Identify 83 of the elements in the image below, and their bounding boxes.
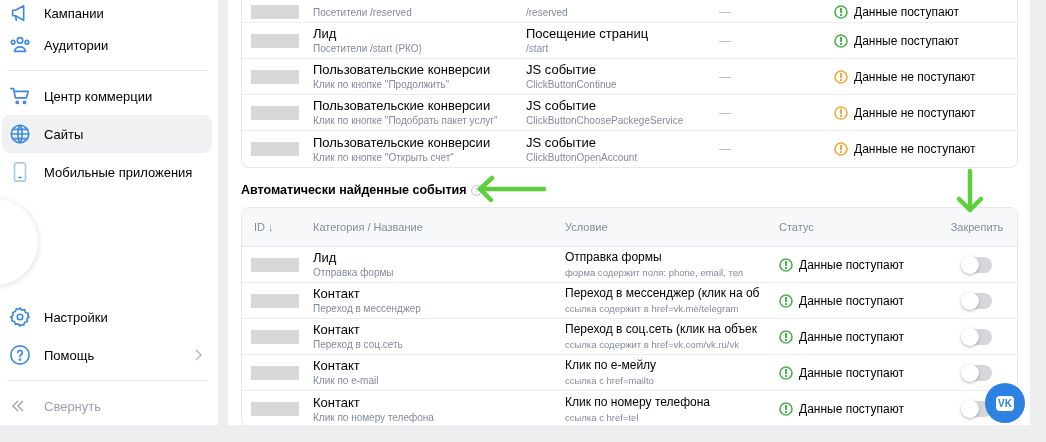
value-cell-text: —	[719, 142, 732, 156]
gear-icon	[9, 306, 31, 328]
status-text: Данные поступают	[799, 329, 904, 344]
annotation-arrow	[476, 175, 548, 203]
condition-type: Клик по номеру телефона	[565, 394, 712, 410]
condition-detail: /reserved	[526, 6, 569, 19]
condition-type: Отправка формы	[565, 250, 663, 265]
condition-type: JS событие	[526, 98, 597, 113]
condition-detail: форма содержит поля: phone, email, тел	[565, 266, 745, 279]
value-cell-text: —	[719, 33, 732, 48]
pin-toggle[interactable]	[962, 292, 992, 309]
sidebar-item[interactable]: Настройки	[2, 298, 212, 336]
pin-toggle[interactable]	[962, 364, 992, 381]
value-cell-text: —	[719, 69, 732, 84]
event-name: Клик по кнопке "Подобрать пакет услуг"	[313, 114, 499, 127]
event-title: Пользовательские конверсии	[313, 134, 492, 150]
redacted-id	[251, 365, 299, 380]
event-name: Отправка формы	[313, 266, 395, 279]
help-icon	[9, 344, 31, 366]
pin-toggle[interactable]	[962, 328, 992, 345]
chevron-right-icon	[195, 349, 202, 361]
value-cell-text: —	[719, 5, 732, 19]
condition-detail: ClickButtonOpenAccount	[526, 150, 639, 164]
pin-toggle[interactable]	[962, 256, 992, 273]
status-text: Данные поступают	[799, 365, 904, 380]
event-title: Контакт	[313, 394, 361, 410]
status-text: Данные не поступают	[854, 105, 976, 120]
redacted-id	[251, 69, 299, 84]
sidebar-item[interactable]: Аудитории	[2, 26, 212, 64]
status-text: Данные поступают	[799, 293, 904, 308]
redacted-id	[251, 33, 299, 48]
condition-detail: /start	[526, 42, 550, 55]
event-title: Контакт	[313, 358, 361, 373]
sidebar-item[interactable]: Кампании	[2, 0, 212, 26]
event-title: Контакт	[313, 286, 361, 301]
annotation-arrow	[955, 168, 985, 214]
help-icon[interactable]	[470, 184, 482, 196]
status-text: Данные поступают	[854, 33, 959, 48]
sidebar-item[interactable]: Мобильные приложения	[2, 153, 212, 191]
sidebar-item[interactable]: Помощь	[2, 336, 212, 374]
event-title: Контакт	[313, 322, 361, 337]
event-name: Клик по номеру телефона	[313, 410, 435, 424]
condition-detail: ClickButtonContinue	[526, 78, 618, 91]
event-name: Клик по кнопке "Открыть счет"	[313, 150, 455, 164]
status-text: Данные поступают	[854, 5, 959, 19]
redacted-id	[251, 142, 299, 156]
redacted-id	[251, 293, 299, 308]
event-name: Посетители /reserved	[313, 6, 413, 19]
sidebar-item[interactable]: Центр коммерции	[2, 77, 212, 115]
condition-detail: ссылка содержит в href=vk.me/telegram	[565, 302, 740, 315]
condition-type: JS событие	[526, 134, 597, 150]
event-name: Переход в соц.сеть	[313, 338, 404, 351]
event-name: Переход в мессенджер	[313, 302, 422, 315]
condition-detail: ссылка с href=mailto	[565, 374, 655, 387]
sidebar-item[interactable]: Сайты	[2, 115, 212, 153]
event-name: Клик по кнопке "Продолжить"	[313, 78, 451, 91]
event-title: Пользовательские конверсии	[313, 98, 492, 113]
redacted-id	[251, 5, 299, 19]
condition-detail: ссылка с href=tel	[565, 410, 640, 424]
section-title: Автоматически найденные события	[241, 183, 467, 197]
condition-type: Клик по е-мейлу	[565, 358, 658, 373]
condition-type: JS событие	[526, 62, 597, 77]
condition-detail: ссылка содержит в href=vk.com/vk.ru/vk	[565, 338, 740, 351]
redacted-id	[251, 257, 299, 272]
condition-type: Посещение страниц	[526, 26, 650, 41]
event-name: Клик по e-mail	[313, 374, 380, 387]
status-text: Данные поступают	[799, 402, 904, 416]
status-text: Данные не поступают	[854, 69, 976, 84]
event-title: Лид	[313, 250, 338, 265]
status-text: Данные поступают	[799, 257, 904, 272]
status-text: Данные не поступают	[854, 142, 976, 156]
redacted-id	[251, 105, 299, 120]
condition-type: Переход в мессенджер (клик на об	[565, 286, 761, 301]
cart-icon	[9, 85, 31, 107]
globe-icon	[9, 123, 31, 145]
event-name: Посетители /start (РКО)	[313, 42, 423, 55]
redacted-id	[251, 329, 299, 344]
event-title: Лид	[313, 26, 338, 41]
event-title: Пользовательские конверсии	[313, 62, 492, 77]
condition-type: Переход в соц.сеть (клик на объек	[565, 322, 758, 337]
condition-detail: ClickButtonChoosePackegeService	[526, 114, 685, 127]
redacted-id	[251, 402, 299, 416]
value-cell-text: —	[719, 105, 732, 120]
